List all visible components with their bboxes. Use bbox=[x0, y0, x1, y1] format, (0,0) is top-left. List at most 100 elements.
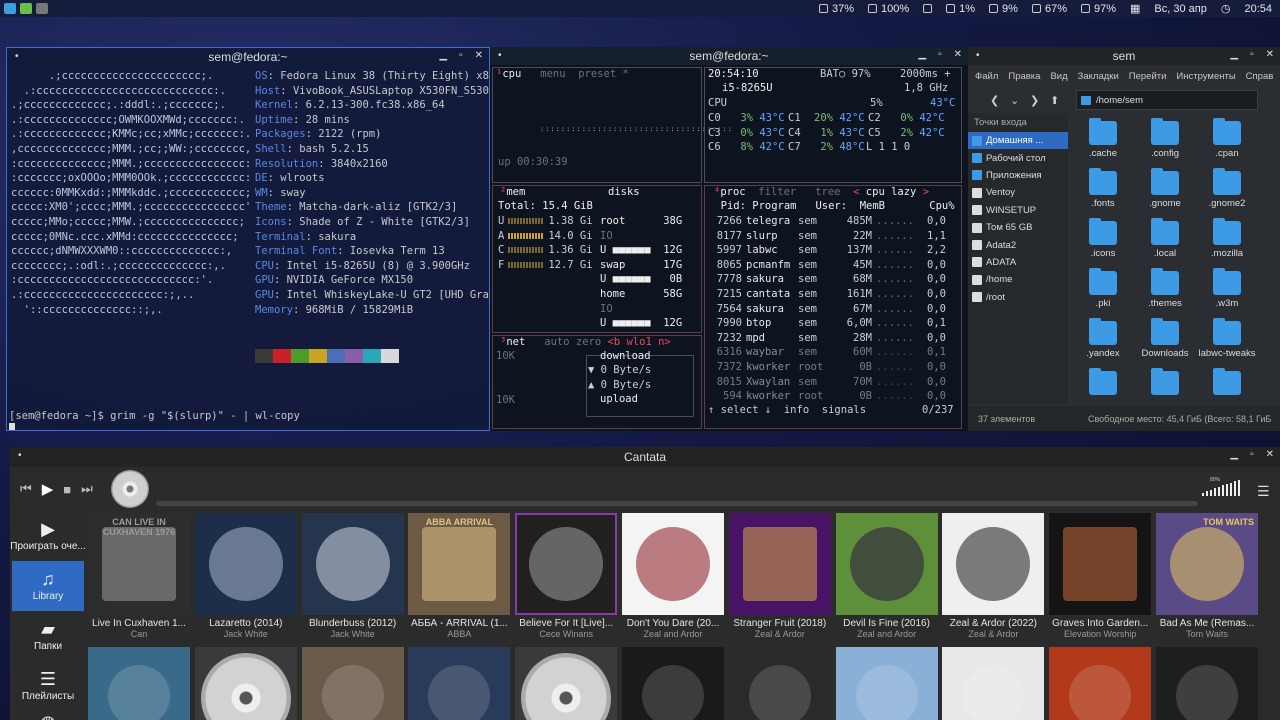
album-item[interactable] bbox=[408, 647, 511, 720]
album-item[interactable] bbox=[194, 647, 297, 720]
file-item[interactable]: Downloads bbox=[1134, 318, 1196, 369]
back-icon[interactable]: ❮ bbox=[990, 94, 1004, 107]
sidebar-item[interactable]: ▶ Проиграть оче... bbox=[10, 511, 86, 561]
titlebar[interactable]: • Cantata ▁ ▫ ✕ bbox=[10, 447, 1280, 467]
dropdown-icon[interactable]: ⌄ bbox=[1010, 94, 1024, 107]
globe-icon[interactable]: ◍ bbox=[10, 713, 86, 720]
album-item[interactable]: CAN LIVE IN CUXHAVEN 1976 Live In Cuxhave… bbox=[88, 513, 190, 639]
menu-item[interactable]: Правка bbox=[1008, 71, 1040, 82]
terminal-icon[interactable] bbox=[36, 3, 48, 14]
menu-item[interactable]: Закладки bbox=[1078, 71, 1119, 82]
album-item[interactable]: Don't You Dare (20... Zeal and Ardor bbox=[622, 513, 724, 639]
place-item[interactable]: Домашняя ... bbox=[968, 132, 1068, 150]
process-row[interactable]: 7564 sakura sem 67M...... 0,0 bbox=[708, 302, 946, 317]
place-item[interactable]: ADATA bbox=[968, 254, 1068, 271]
place-item[interactable]: /root bbox=[968, 289, 1068, 306]
titlebar[interactable]: • sem@fedora:~ ▁ ▫ ✕ bbox=[490, 47, 968, 65]
album-item[interactable]: TOM WAITS Bad As Me (Remas... Tom Waits bbox=[1156, 513, 1258, 639]
window-menu-icon[interactable]: • bbox=[15, 51, 19, 62]
status-brightness[interactable]: 100% bbox=[868, 3, 909, 15]
minimize-icon[interactable]: ▁ bbox=[439, 50, 447, 61]
minimize-icon[interactable]: ▁ bbox=[1230, 49, 1238, 60]
menu-item[interactable]: Перейти bbox=[1129, 71, 1167, 82]
file-item[interactable]: .icons bbox=[1072, 218, 1134, 269]
process-row[interactable]: 5997 labwc sem 137M...... 2,2 bbox=[708, 243, 946, 258]
file-item[interactable]: .local bbox=[1134, 218, 1196, 269]
file-item[interactable]: .yandex bbox=[1072, 318, 1134, 369]
window-menu-icon[interactable]: • bbox=[498, 50, 502, 61]
album-item[interactable]: Blunderbuss (2012) Jack White bbox=[301, 513, 404, 639]
album-item[interactable] bbox=[942, 647, 1045, 720]
proc-footer[interactable]: ↑ select ↓ info signals bbox=[708, 403, 866, 418]
process-row[interactable]: 7778 sakura sem 68M...... 0,0 bbox=[708, 272, 946, 287]
album-item[interactable] bbox=[1049, 647, 1152, 720]
volume-control[interactable] bbox=[1202, 480, 1240, 496]
shell-prompt[interactable]: [sem@fedora ~]$ grim -g "$(slurp)" - | w… bbox=[9, 409, 300, 424]
telegram-icon[interactable] bbox=[4, 3, 16, 14]
maximize-icon[interactable]: ▫ bbox=[1250, 49, 1254, 60]
window-menu-icon[interactable]: • bbox=[976, 50, 980, 61]
play-icon[interactable]: ▶ bbox=[42, 480, 54, 498]
forward-icon[interactable]: ❯ bbox=[1030, 94, 1044, 107]
process-row[interactable]: 6316 waybar sem 60M...... 0,1 bbox=[708, 345, 946, 360]
process-row[interactable]: 7215 cantata sem 161M...... 0,0 bbox=[708, 287, 946, 302]
place-item[interactable]: Ventoy bbox=[968, 184, 1068, 201]
status-battery[interactable]: 97% bbox=[1080, 3, 1116, 15]
status-cpu[interactable]: 1% bbox=[946, 3, 975, 15]
maximize-icon[interactable]: ▫ bbox=[459, 50, 463, 61]
up-icon[interactable]: ⬆ bbox=[1050, 94, 1064, 107]
close-icon[interactable]: ✕ bbox=[1266, 449, 1274, 460]
mem-box-header[interactable]: ²mem bbox=[500, 185, 525, 200]
status-idle[interactable] bbox=[923, 4, 933, 13]
cantata-window[interactable]: • Cantata ▁ ▫ ✕ ⏮ ▶ ■ ⏭ 80% ☰ ▶ Проиграть о… bbox=[10, 447, 1280, 720]
file-item[interactable]: .cache bbox=[1072, 118, 1134, 169]
place-item[interactable]: Adata2 bbox=[968, 236, 1068, 253]
album-item[interactable] bbox=[728, 647, 831, 720]
album-item[interactable]: Stranger Fruit (2018) Zeal & Ardor bbox=[728, 513, 831, 639]
album-item[interactable]: Believe For It [Live]... Cece Winans bbox=[515, 513, 618, 639]
process-row[interactable]: 7232 mpd sem 28M...... 0,0 bbox=[708, 331, 946, 346]
btop-terminal-window[interactable]: • sem@fedora:~ ▁ ▫ ✕ ¹cpu menu preset * 20… bbox=[490, 47, 968, 431]
menu-icon[interactable]: ☰ bbox=[1257, 483, 1270, 500]
process-row[interactable]: 594 kworker root 0B...... 0,0 bbox=[708, 389, 946, 404]
path-text[interactable]: /home/sem bbox=[1096, 95, 1143, 106]
app-icon[interactable] bbox=[20, 3, 32, 14]
window-menu-icon[interactable]: • bbox=[18, 450, 22, 461]
album-item[interactable] bbox=[515, 647, 618, 720]
proc-box-header[interactable]: ⁴proc filter tree < cpu lazy > bbox=[714, 185, 929, 200]
menu-item[interactable]: Справ bbox=[1246, 71, 1274, 82]
process-row[interactable]: 8065 pcmanfm sem 45M...... 0,0 bbox=[708, 258, 946, 273]
file-item[interactable]: labwc-tweaks bbox=[1196, 318, 1258, 369]
menu-item[interactable]: Инструменты bbox=[1176, 71, 1235, 82]
close-icon[interactable]: ✕ bbox=[1266, 49, 1274, 60]
minimize-icon[interactable]: ▁ bbox=[1230, 449, 1238, 460]
file-item[interactable]: .fonts bbox=[1072, 168, 1134, 219]
file-item[interactable]: .gnome bbox=[1134, 168, 1196, 219]
album-item[interactable]: ABBA ARRIVAL АББА - ARRIVAL (1... ABBA bbox=[408, 513, 511, 639]
sidebar-item[interactable]: ♫ Library bbox=[12, 561, 84, 611]
album-item[interactable]: Zeal & Ardor (2022) Zeal & Ardor bbox=[942, 513, 1045, 639]
file-item[interactable]: .mozilla bbox=[1196, 218, 1258, 269]
file-item[interactable]: .config bbox=[1134, 118, 1196, 169]
maximize-icon[interactable]: ▫ bbox=[938, 49, 942, 60]
place-item[interactable]: Том 65 GB bbox=[968, 219, 1068, 236]
neofetch-terminal-window[interactable]: • sem@fedora:~ ▁ ▫ ✕ .;ccccccccccccccccccc… bbox=[6, 47, 490, 431]
process-row[interactable]: 8177 slurp sem 22M...... 1,1 bbox=[708, 229, 946, 244]
titlebar[interactable]: • sem@fedora:~ ▁ ▫ ✕ bbox=[7, 48, 489, 66]
album-item[interactable]: Graves Into Garden... Elevation Worship bbox=[1049, 513, 1152, 639]
status-memory[interactable]: 9% bbox=[989, 3, 1018, 15]
album-item[interactable]: Devil Is Fine (2016) Zeal and Ardor bbox=[835, 513, 938, 639]
sidebar-item[interactable]: ☰ Плейлисты bbox=[10, 661, 86, 711]
status-disk[interactable]: 67% bbox=[1031, 3, 1067, 15]
place-item[interactable]: /home bbox=[968, 271, 1068, 288]
stop-icon[interactable]: ■ bbox=[63, 482, 71, 497]
close-icon[interactable]: ✕ bbox=[954, 49, 962, 60]
process-row[interactable]: 7372 kworker root 0B...... 0,0 bbox=[708, 360, 946, 375]
disks-box-header[interactable]: disks bbox=[608, 185, 640, 200]
place-item[interactable]: Рабочий стол bbox=[968, 149, 1068, 166]
process-row[interactable]: 7990 btop sem 6,0M...... 0,1 bbox=[708, 316, 946, 331]
titlebar[interactable]: • sem ▁ ▫ ✕ bbox=[968, 47, 1280, 65]
time[interactable]: 20:54 bbox=[1244, 3, 1272, 15]
process-row[interactable]: 7266 telegra sem 485M...... 0,0 bbox=[708, 214, 946, 229]
close-icon[interactable]: ✕ bbox=[475, 50, 483, 61]
